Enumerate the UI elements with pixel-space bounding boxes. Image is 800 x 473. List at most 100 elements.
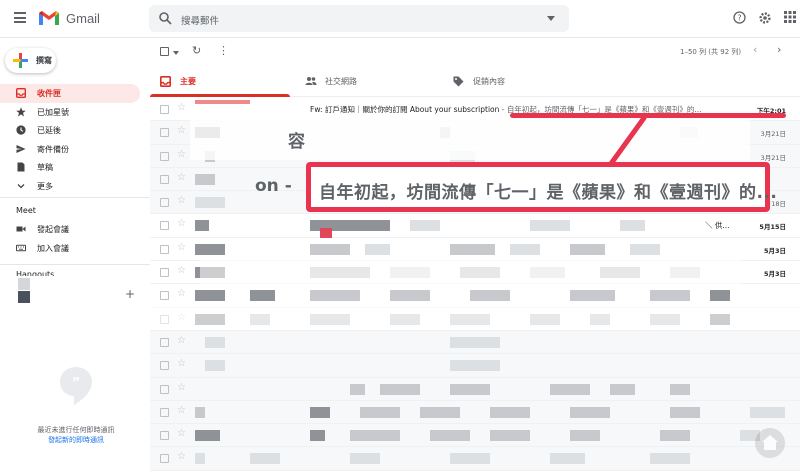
row-checkbox[interactable] [160,361,169,371]
redacted-content [310,406,330,418]
gmail-logo[interactable] [38,10,60,26]
star-toggle-icon[interactable]: ☆ [177,242,186,253]
row-checkbox[interactable] [160,128,169,138]
table-row[interactable]: ☆ [150,447,800,471]
row-checkbox[interactable] [160,151,169,161]
sidebar-item-label: 已加星號 [37,107,69,117]
row-checkbox[interactable] [160,454,169,464]
star-toggle-icon[interactable]: ☆ [177,265,186,276]
star-toggle-icon[interactable]: ☆ [177,428,186,439]
table-row[interactable]: ☆ [150,377,800,401]
send-icon [16,144,26,153]
row-checkbox[interactable] [160,431,169,441]
callout-prefix: on - [255,176,292,196]
search-bar[interactable]: 搜尋郵件 [149,5,569,32]
row-checkbox[interactable] [160,174,169,184]
row-checkbox[interactable] [160,221,169,231]
redacted-content [570,243,605,255]
sidebar-item-starred[interactable]: 已加星號 [0,103,140,122]
avatar[interactable] [18,278,30,290]
select-menu-icon[interactable] [173,51,179,55]
star-icon [16,106,26,116]
sidebar-item-label: 收件匣 [37,89,61,98]
table-row[interactable]: ☆ 5月15日 ＼ 供... [150,214,800,240]
row-checkbox[interactable] [160,337,169,347]
callout-box: 自年初起，坊間流傳「七一」是《蘋果》和《壹週刊》的... [306,162,777,212]
search-input[interactable]: 搜尋郵件 [181,13,219,27]
sidebar-item-more[interactable]: 更多 [0,177,140,196]
table-row[interactable]: ☆ [150,354,800,378]
sidebar-item-snoozed[interactable]: 已延後 [0,121,140,140]
redacted-content [350,453,380,465]
star-toggle-icon[interactable]: ☆ [177,288,186,299]
star-toggle-icon[interactable]: ☆ [177,358,186,369]
tab-social[interactable]: 社交網路 [295,68,435,97]
table-row[interactable]: ☆ [150,400,800,425]
star-toggle-icon[interactable]: ☆ [177,218,186,229]
redacted-content [710,290,730,302]
star-toggle-icon[interactable]: ☆ [177,125,186,136]
add-hangout-icon[interactable]: + [125,287,135,301]
redacted-content [450,453,490,465]
tab-promotions[interactable]: 促銷內容 [443,68,583,97]
compose-button[interactable]: 撰寫 [5,48,56,73]
redacted-content [195,173,215,185]
row-checkbox[interactable] [160,291,169,301]
star-toggle-icon[interactable]: ☆ [177,195,186,206]
redacted-content [650,290,690,302]
table-row[interactable]: ☆ [150,330,800,355]
redacted-content [650,453,690,465]
email-date: 3月21日 [760,130,786,139]
row-checkbox[interactable] [160,105,169,114]
inbox-icon [16,88,26,98]
redacted-content [750,406,785,418]
select-all-checkbox[interactable] [160,47,169,56]
redacted-content [310,290,360,302]
redacted-content [670,383,690,395]
prev-page-icon[interactable]: ‹ [753,43,757,56]
sidebar-item-join-meeting[interactable]: 加入會議 [0,239,140,258]
sidebar-item-sent[interactable]: 寄件備份 [0,140,140,159]
row-checkbox[interactable] [160,244,169,254]
row-checkbox[interactable] [160,268,169,278]
sidebar-item-drafts[interactable]: 草稿 [0,158,140,177]
menu-icon[interactable] [14,12,26,23]
redacted-content [450,336,500,348]
table-row[interactable]: ☆ [150,424,800,448]
star-toggle-icon[interactable]: ☆ [177,405,186,416]
star-toggle-icon[interactable]: ☆ [177,172,186,183]
star-toggle-icon[interactable]: ☆ [177,335,186,346]
redacted-content [195,406,205,418]
more-options-icon[interactable]: ⋮ [218,44,229,57]
search-icon[interactable] [159,12,172,25]
pagination-text: 1–50 列 (共 92 列) [680,48,742,56]
star-toggle-icon[interactable]: ☆ [177,102,186,113]
row-checkbox[interactable] [160,198,169,208]
star-toggle-icon[interactable]: ☆ [177,451,186,462]
help-icon[interactable]: ? [733,11,746,24]
star-toggle-icon[interactable]: ☆ [177,149,186,160]
star-toggle-icon[interactable]: ☆ [177,382,186,393]
next-page-icon[interactable]: › [777,43,781,56]
tab-primary[interactable]: 主要 [150,68,290,97]
apps-icon[interactable] [784,11,796,23]
redacted-content [530,220,570,232]
refresh-icon[interactable]: ↻ [192,44,201,57]
sidebar-item-inbox[interactable]: 收件匣 [0,84,140,103]
row-checkbox[interactable] [160,384,169,394]
privacy-overlay [200,255,740,285]
redacted-content [195,243,225,255]
home-icon[interactable] [755,428,785,458]
sidebar-item-new-meeting[interactable]: 發起會議 [0,220,140,239]
brand-name[interactable]: Gmail [66,11,100,26]
settings-icon[interactable] [758,11,772,25]
row-checkbox[interactable] [160,407,169,417]
avatar[interactable] [18,291,30,303]
start-chat-link[interactable]: 發起新的即時通訊 [0,435,152,445]
privacy-overlay [190,118,750,160]
redacted-content [610,383,635,395]
search-options-icon[interactable] [547,16,555,21]
top-bar: Gmail 搜尋郵件 ? [0,0,800,38]
draft-icon [17,162,25,172]
sidebar-item-label: 已延後 [37,126,61,135]
